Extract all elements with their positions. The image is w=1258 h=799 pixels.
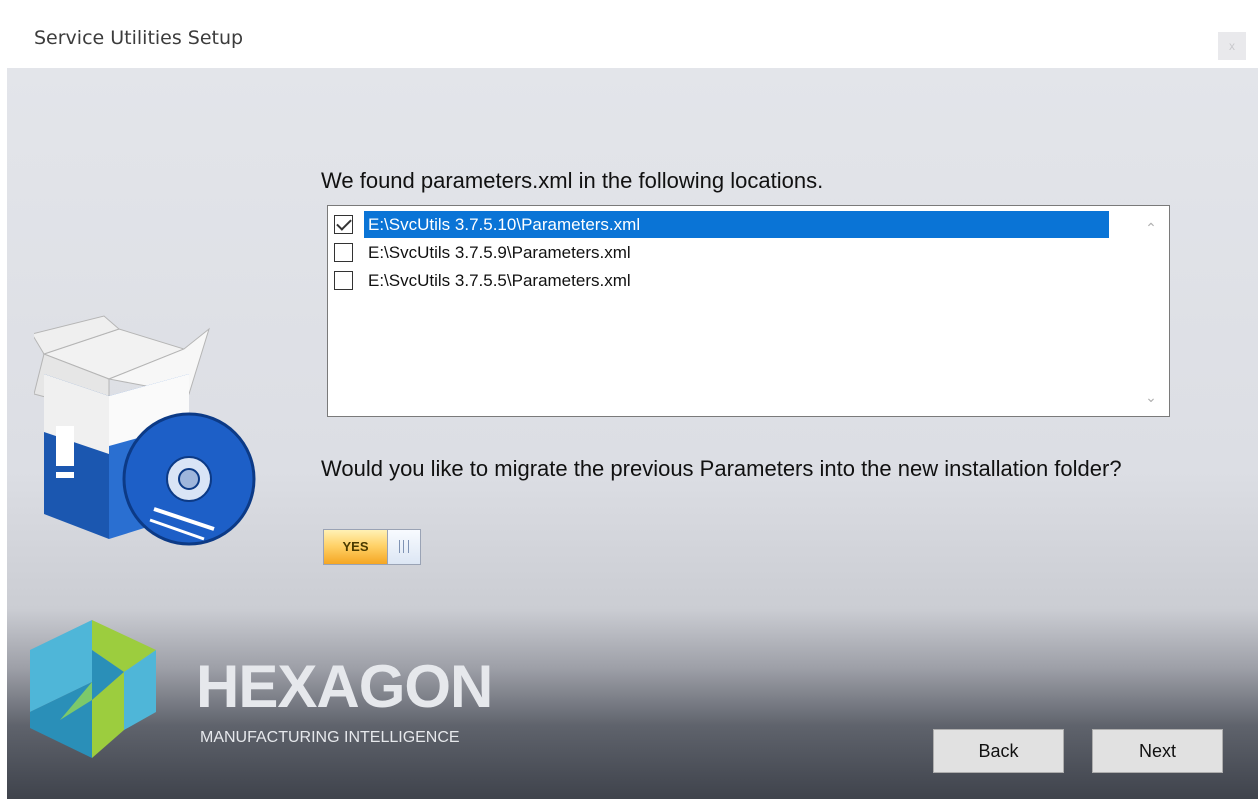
location-path: E:\SvcUtils 3.7.5.9\Parameters.xml [368,243,631,262]
location-item[interactable]: E:\SvcUtils 3.7.5.10\Parameters.xml [334,211,1109,238]
window-title: Service Utilities Setup [34,27,244,49]
locations-listbox[interactable]: E:\SvcUtils 3.7.5.10\Parameters.xml E:\S… [327,205,1170,417]
chevron-up-icon[interactable]: ⌃ [1133,220,1169,237]
location-path: E:\SvcUtils 3.7.5.10\Parameters.xml [364,211,1109,238]
toggle-knob[interactable] [387,530,420,564]
location-item[interactable]: E:\SvcUtils 3.7.5.5\Parameters.xml [334,267,1109,294]
next-button[interactable]: Next [1092,729,1223,773]
back-button[interactable]: Back [933,729,1064,773]
chevron-down-icon[interactable]: ⌄ [1133,389,1169,406]
location-checkbox[interactable] [334,271,353,290]
hexagon-logo-icon [30,620,156,758]
location-checkbox[interactable] [334,243,353,262]
close-button[interactable]: x [1218,32,1246,60]
toggle-yes-label: YES [324,530,387,564]
migrate-question: Would you like to migrate the previous P… [321,456,1122,481]
location-path: E:\SvcUtils 3.7.5.5\Parameters.xml [368,271,631,290]
migrate-toggle[interactable]: YES [323,529,421,565]
title-bar: Service Utilities Setup x [0,0,1258,68]
software-box-icon [34,315,256,546]
brand-name: HEXAGON [196,653,493,720]
brand-tagline: MANUFACTURING INTELLIGENCE [200,729,460,746]
vertical-scrollbar[interactable]: ⌃ ⌄ [1133,206,1169,416]
location-checkbox[interactable] [334,215,353,234]
found-locations-heading: We found parameters.xml in the following… [321,168,824,193]
location-item[interactable]: E:\SvcUtils 3.7.5.9\Parameters.xml [334,239,1109,266]
